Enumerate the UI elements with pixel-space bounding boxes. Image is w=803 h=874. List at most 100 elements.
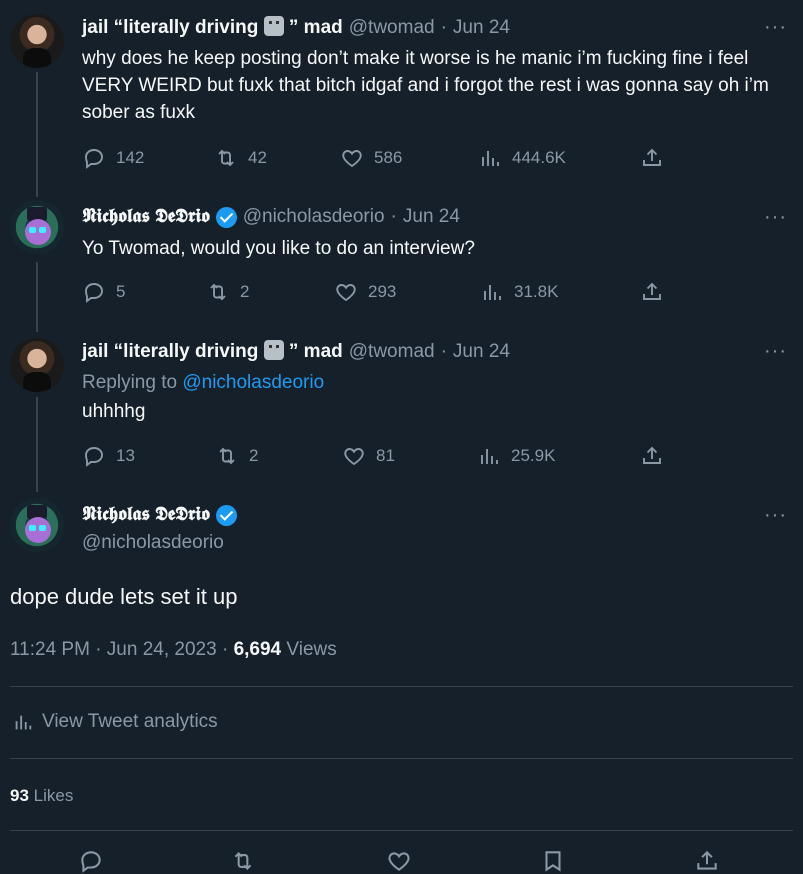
more-icon[interactable]: ··· xyxy=(764,206,787,229)
separator: · xyxy=(440,16,447,38)
retweet-count: 2 xyxy=(249,446,259,465)
share-button[interactable] xyxy=(640,146,664,170)
like-button[interactable]: 586 xyxy=(340,146,402,170)
share-button[interactable] xyxy=(640,444,664,468)
views-button[interactable]: 444.6K xyxy=(478,146,566,170)
reply-icon xyxy=(85,447,103,467)
heart-icon xyxy=(342,150,362,168)
action-bar: 142 42 586 444.6K xyxy=(82,146,682,170)
like-button[interactable]: 293 xyxy=(334,280,396,304)
moai-emoji-icon xyxy=(263,340,284,360)
handle[interactable]: @twomad xyxy=(349,17,435,39)
avatar[interactable] xyxy=(10,14,64,68)
tweet-timestamp[interactable]: 11:24 PM · Jun 24, 2023 · xyxy=(10,639,228,660)
like-button[interactable]: 81 xyxy=(342,444,395,468)
views-count: 31.8K xyxy=(514,282,559,301)
heart-icon[interactable] xyxy=(386,848,412,874)
handle[interactable]: @nicholasdeorio xyxy=(82,532,224,554)
tweet-text: Yo Twomad, would you like to do an inter… xyxy=(82,238,475,259)
divider xyxy=(10,686,793,687)
avatar[interactable] xyxy=(10,498,64,552)
divider xyxy=(10,758,793,759)
verified-badge-icon xyxy=(215,504,237,526)
display-name[interactable]: jail “literally driving ” mad xyxy=(82,340,343,363)
views-button[interactable]: 25.9K xyxy=(477,444,555,468)
verified-badge-icon xyxy=(215,206,237,228)
avatar[interactable] xyxy=(10,338,64,392)
display-name[interactable]: 𝕹𝖎𝖈𝖍𝖔𝖑𝖆𝖘 𝕯𝖊𝕯𝖗𝖎𝖔 xyxy=(82,504,210,526)
tweet-text: dope dude lets set it up xyxy=(10,584,238,609)
moai-emoji-icon xyxy=(263,16,284,36)
tweet-text: why does he keep posting don’t make it w… xyxy=(82,48,769,123)
like-count: 293 xyxy=(368,282,397,301)
retweet-icon xyxy=(219,447,235,465)
views-count: 25.9K xyxy=(511,446,556,465)
action-bar: 5 2 293 31.8K xyxy=(82,280,682,304)
display-name[interactable]: 𝕹𝖎𝖈𝖍𝖔𝖑𝖆𝖘 𝕯𝖊𝕯𝖗𝖎𝖔 xyxy=(82,206,210,228)
reply-count: 142 xyxy=(116,148,145,167)
reply-icon[interactable] xyxy=(78,848,104,874)
analytics-icon xyxy=(15,715,32,730)
tweet-date[interactable]: Jun 24 xyxy=(403,206,460,228)
view-analytics-link[interactable]: View Tweet analytics xyxy=(12,711,218,733)
tweet-header: jail “literally driving ” mad @twomad · … xyxy=(82,340,510,363)
share-icon xyxy=(643,282,661,300)
tweet-header: 𝕹𝖎𝖈𝖍𝖔𝖑𝖆𝖘 𝕯𝖊𝕯𝖗𝖎𝖔 xyxy=(82,504,237,526)
reply-button[interactable]: 13 xyxy=(82,444,135,468)
reply-icon xyxy=(85,149,103,169)
divider xyxy=(10,830,793,831)
replying-handle-link[interactable]: @nicholasdeorio xyxy=(182,372,324,393)
tweet[interactable]: jail “literally driving ” mad @twomad · … xyxy=(0,324,803,488)
avatar[interactable] xyxy=(10,200,64,254)
like-count: 81 xyxy=(376,446,395,465)
share-icon[interactable] xyxy=(694,848,720,874)
views-count: 6,694 xyxy=(233,639,282,660)
reply-count: 13 xyxy=(116,446,135,465)
share-button[interactable] xyxy=(640,280,664,304)
retweet-icon xyxy=(210,283,226,301)
more-icon[interactable]: ··· xyxy=(764,16,787,39)
tweet-meta: 11:24 PM · Jun 24, 2023 · 6,694 Views xyxy=(10,639,337,661)
display-name[interactable]: jail “literally driving ” mad xyxy=(82,16,343,39)
share-icon xyxy=(643,446,661,464)
tweet-header: jail “literally driving ” mad @twomad · … xyxy=(82,16,510,39)
views-button[interactable]: 31.8K xyxy=(480,280,558,304)
bookmark-icon[interactable] xyxy=(540,848,566,874)
tweet[interactable]: jail “literally driving ” mad @twomad · … xyxy=(0,0,803,190)
heart-icon xyxy=(336,284,356,302)
retweet-button[interactable]: 42 xyxy=(214,146,267,170)
replying-to: Replying to @nicholasdeorio xyxy=(82,369,787,396)
like-count: 586 xyxy=(374,148,403,167)
retweet-button[interactable]: 2 xyxy=(215,444,258,468)
retweet-icon[interactable] xyxy=(230,848,256,874)
separator: · xyxy=(440,340,447,362)
tweet-date[interactable]: Jun 24 xyxy=(453,341,510,363)
views-count: 444.6K xyxy=(512,148,566,167)
views-label: Views xyxy=(286,639,337,660)
more-icon[interactable]: ··· xyxy=(764,340,787,363)
tweet-date[interactable]: Jun 24 xyxy=(453,17,510,39)
likes-summary[interactable]: 93 Likes xyxy=(10,786,73,806)
views-icon xyxy=(482,151,499,166)
handle[interactable]: @nicholasdeorio xyxy=(243,206,385,228)
views-icon xyxy=(481,449,498,464)
more-icon[interactable]: ··· xyxy=(764,504,787,527)
handle[interactable]: @twomad xyxy=(349,341,435,363)
tweet-header: 𝕹𝖎𝖈𝖍𝖔𝖑𝖆𝖘 𝕯𝖊𝕯𝖗𝖎𝖔 @nicholasdeorio · Jun 24 xyxy=(82,206,460,228)
reply-button[interactable]: 5 xyxy=(82,280,125,304)
replying-prefix: Replying to xyxy=(82,372,178,393)
retweet-count: 42 xyxy=(248,148,267,167)
reply-button[interactable]: 142 xyxy=(82,146,144,170)
tweet[interactable]: 𝕹𝖎𝖈𝖍𝖔𝖑𝖆𝖘 𝕯𝖊𝕯𝖗𝖎𝖔 @nicholasdeorio · Jun 24… xyxy=(0,190,803,324)
reply-count: 5 xyxy=(116,282,126,301)
views-icon xyxy=(484,285,501,300)
focused-tweet: 𝕹𝖎𝖈𝖍𝖔𝖑𝖆𝖘 𝕯𝖊𝕯𝖗𝖎𝖔 @nicholasdeorio ··· dope… xyxy=(0,488,803,873)
main-action-bar xyxy=(0,848,803,873)
likes-label: Likes xyxy=(33,786,74,805)
share-icon xyxy=(643,148,661,166)
action-bar: 13 2 81 25.9K xyxy=(82,444,682,468)
tweet-text: uhhhhg xyxy=(82,401,146,422)
separator: · xyxy=(390,206,397,227)
heart-icon xyxy=(344,448,364,466)
retweet-button[interactable]: 2 xyxy=(206,280,249,304)
